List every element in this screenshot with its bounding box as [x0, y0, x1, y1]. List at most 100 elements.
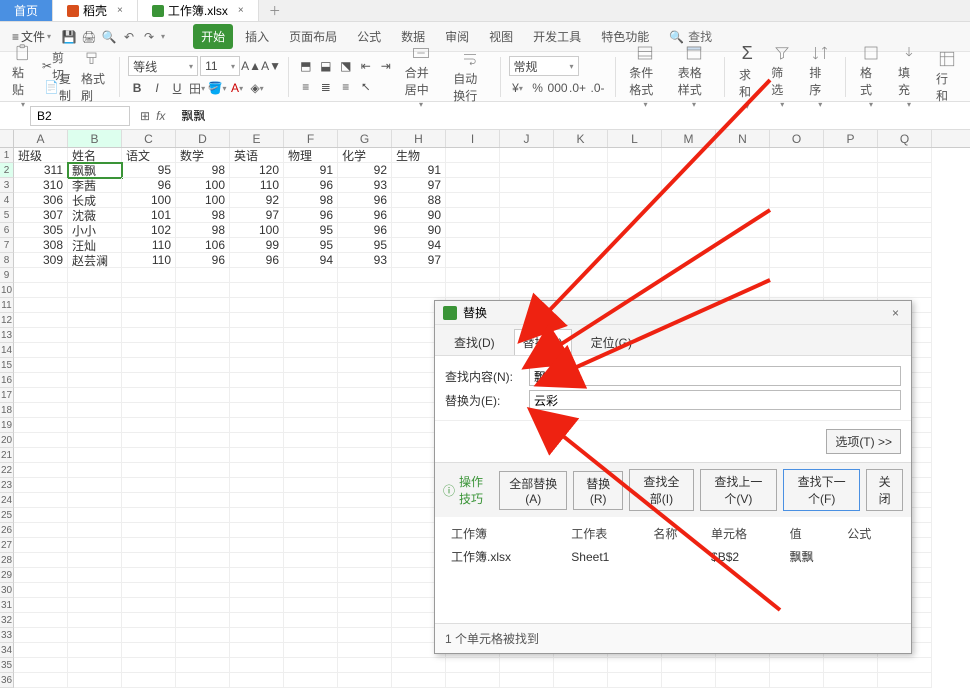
close-icon[interactable]: ×	[238, 5, 244, 16]
cell[interactable]	[554, 238, 608, 253]
cell[interactable]	[554, 658, 608, 673]
cell[interactable]	[392, 268, 446, 283]
cell[interactable]	[230, 628, 284, 643]
font-color-button[interactable]: A▾	[228, 79, 246, 97]
cell[interactable]	[500, 193, 554, 208]
cell[interactable]	[68, 673, 122, 688]
row-header[interactable]: 26	[0, 523, 14, 538]
increase-font-icon[interactable]: A▲	[242, 57, 260, 75]
cell[interactable]	[500, 148, 554, 163]
cell[interactable]	[446, 148, 500, 163]
cell[interactable]	[14, 448, 68, 463]
cell[interactable]	[500, 283, 554, 298]
row-header[interactable]: 19	[0, 418, 14, 433]
cell[interactable]	[770, 673, 824, 688]
cell[interactable]	[446, 283, 500, 298]
cell[interactable]	[824, 163, 878, 178]
cell[interactable]: 98	[176, 223, 230, 238]
indent-inc-icon[interactable]: ⇥	[377, 57, 395, 75]
column-header[interactable]: H	[392, 130, 446, 147]
ribbon-tab-start[interactable]: 开始	[193, 24, 233, 49]
results-row[interactable]: 工作簿.xlsx Sheet1 $B$2 飘飘	[447, 546, 899, 567]
cell[interactable]	[608, 193, 662, 208]
row-header[interactable]: 24	[0, 493, 14, 508]
cell[interactable]	[284, 343, 338, 358]
row-header[interactable]: 10	[0, 283, 14, 298]
cell[interactable]	[824, 283, 878, 298]
cell[interactable]	[122, 298, 176, 313]
paste-button[interactable]: 粘贴▾	[6, 44, 40, 109]
row-header[interactable]: 36	[0, 673, 14, 688]
align-bottom-icon[interactable]: ⬔	[337, 57, 355, 75]
cell[interactable]	[122, 463, 176, 478]
ribbon-tab-insert[interactable]: 插入	[237, 24, 277, 49]
cell[interactable]	[392, 658, 446, 673]
cell[interactable]	[176, 538, 230, 553]
tips-link[interactable]: ⓘ 操作技巧	[443, 473, 493, 507]
cell[interactable]	[770, 283, 824, 298]
cell[interactable]	[230, 463, 284, 478]
underline-button[interactable]: U	[168, 79, 186, 97]
cell[interactable]	[284, 538, 338, 553]
cell[interactable]	[446, 223, 500, 238]
cell[interactable]: 100	[176, 178, 230, 193]
row-header[interactable]: 8	[0, 253, 14, 268]
cell[interactable]: 88	[392, 193, 446, 208]
cell[interactable]	[122, 418, 176, 433]
column-header[interactable]: B	[68, 130, 122, 147]
cell[interactable]	[446, 163, 500, 178]
cell[interactable]	[68, 448, 122, 463]
cell[interactable]	[608, 253, 662, 268]
cell[interactable]	[716, 283, 770, 298]
cell[interactable]	[14, 328, 68, 343]
cell[interactable]	[878, 268, 932, 283]
tab-doc1[interactable]: 稻壳 ×	[53, 0, 138, 21]
cell[interactable]	[68, 388, 122, 403]
close-button[interactable]: 关闭	[866, 469, 903, 511]
cell[interactable]	[68, 298, 122, 313]
cell[interactable]	[608, 658, 662, 673]
cell[interactable]	[14, 313, 68, 328]
cell[interactable]	[284, 313, 338, 328]
cell[interactable]	[68, 283, 122, 298]
clear-format-button[interactable]: ◈▾	[248, 79, 266, 97]
cell[interactable]	[338, 403, 392, 418]
cell[interactable]	[284, 463, 338, 478]
save-icon[interactable]: 💾	[61, 29, 77, 45]
row-header[interactable]: 13	[0, 328, 14, 343]
cell[interactable]	[446, 673, 500, 688]
cell[interactable]: 李茜	[68, 178, 122, 193]
find-next-button[interactable]: 查找下一个(F)	[783, 469, 860, 511]
cell[interactable]	[716, 268, 770, 283]
cell[interactable]	[230, 568, 284, 583]
dialog-tab-find[interactable]: 查找(D)	[445, 329, 504, 355]
dialog-tab-replace[interactable]: 替换(P)	[514, 329, 572, 355]
cell[interactable]	[338, 463, 392, 478]
close-icon[interactable]: ×	[888, 306, 903, 320]
cell[interactable]	[230, 283, 284, 298]
cell[interactable]	[14, 643, 68, 658]
cell[interactable]	[770, 238, 824, 253]
cell[interactable]	[500, 238, 554, 253]
cell[interactable]	[662, 148, 716, 163]
cell[interactable]	[662, 268, 716, 283]
cell[interactable]	[68, 403, 122, 418]
bold-button[interactable]: B	[128, 79, 146, 97]
filter-button[interactable]: 筛选▾	[765, 44, 799, 109]
font-name-select[interactable]: 等线▾	[128, 56, 198, 76]
cell[interactable]	[608, 283, 662, 298]
cell[interactable]	[878, 178, 932, 193]
cell[interactable]	[608, 673, 662, 688]
cell[interactable]	[608, 268, 662, 283]
cell[interactable]	[230, 448, 284, 463]
cell[interactable]	[716, 238, 770, 253]
cell[interactable]	[176, 478, 230, 493]
cell[interactable]: 94	[284, 253, 338, 268]
cell[interactable]	[284, 478, 338, 493]
column-header[interactable]: P	[824, 130, 878, 147]
cell[interactable]	[122, 523, 176, 538]
cell[interactable]	[230, 328, 284, 343]
merge-button[interactable]: 合并居中▾	[399, 44, 444, 109]
cell[interactable]: 96	[284, 208, 338, 223]
cell[interactable]	[14, 673, 68, 688]
